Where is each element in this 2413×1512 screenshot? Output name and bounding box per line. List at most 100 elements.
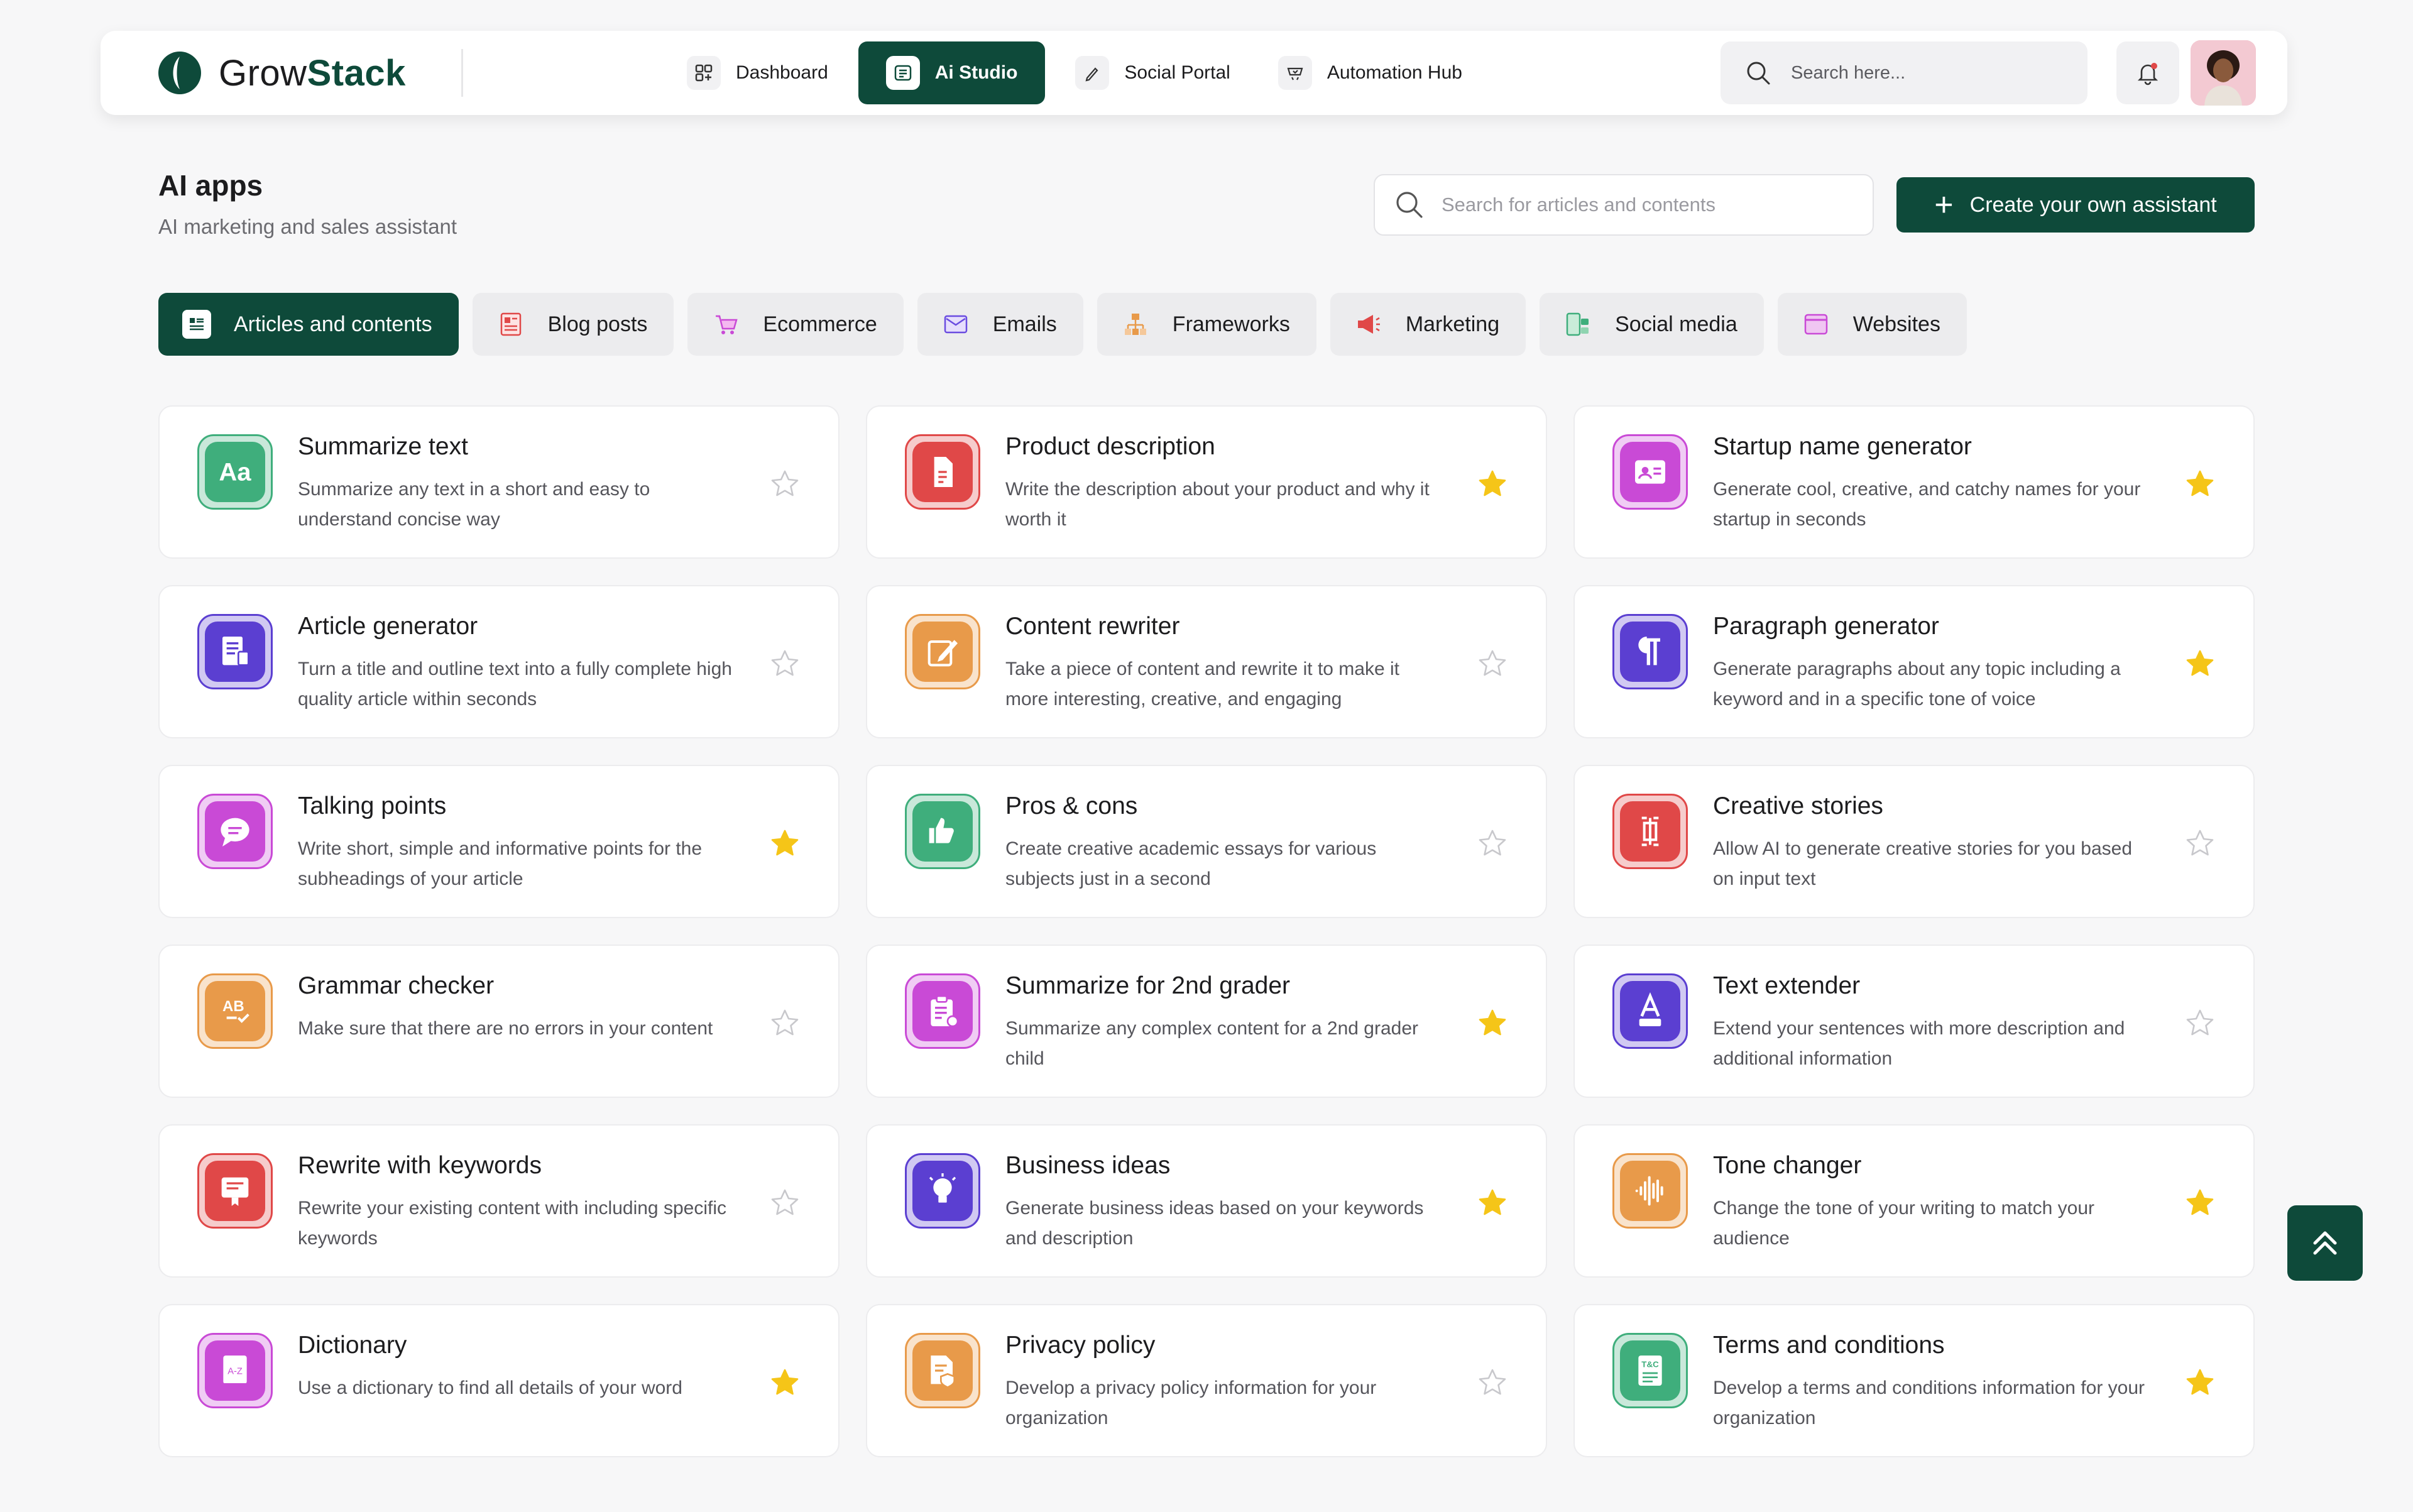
content-search-input[interactable]: Search for articles and contents [1374,174,1874,236]
app-description: Rewrite your existing content with inclu… [298,1198,726,1249]
plus-icon: + [1934,187,1954,223]
star-filled-icon[interactable] [2184,648,2216,679]
star-outline-icon[interactable] [769,1007,801,1039]
search-icon [1747,62,1770,85]
star-filled-icon[interactable] [2184,468,2216,500]
star-filled-icon[interactable] [769,828,801,859]
app-card[interactable]: T&C Terms and conditions Develop a terms a… [1573,1304,2255,1457]
app-description: Develop a terms and conditions informati… [1713,1378,2145,1428]
app-card[interactable]: Summarize for 2nd grader Summarize any co… [866,945,1547,1098]
tab-ecommerce[interactable]: Ecommerce [687,293,904,356]
global-search-input[interactable]: Search here... [1721,41,2087,104]
star-outline-icon[interactable] [769,468,801,500]
tab-social-media[interactable]: Social media [1540,293,1764,356]
app-card[interactable]: Paragraph generator Generate paragraphs a… [1573,585,2255,738]
star-filled-icon[interactable] [1477,1007,1508,1039]
app-description: Change the tone of your writing to match… [1713,1198,2095,1249]
app-grid: Aa Summarize text Summarize any text in a … [158,405,2255,1457]
app-card[interactable]: Business ideas Generate business ideas ba… [866,1124,1547,1278]
notifications-button[interactable] [2116,41,2179,104]
app-card[interactable]: Startup name generator Generate cool, cre… [1573,405,2255,559]
nav-label: Dashboard [736,62,828,83]
app-card[interactable]: Creative stories Allow AI to generate cre… [1573,765,2255,918]
app-card[interactable]: Product description Write the description… [866,405,1547,559]
app-title: Startup name generator [1713,433,1972,460]
star-outline-icon[interactable] [2184,1007,2216,1039]
website-icon [1802,310,1830,339]
app-card[interactable]: Pros & cons Create creative academic essa… [866,765,1547,918]
keyword-icon [197,1153,273,1229]
create-assistant-button[interactable]: + Create your own assistant [1896,177,2255,233]
star-outline-icon[interactable] [769,648,801,679]
pilcrow-icon [1612,614,1688,689]
app-card[interactable]: Rewrite with keywords Rewrite your existi… [158,1124,840,1278]
star-filled-icon[interactable] [1477,468,1508,500]
star-filled-icon[interactable] [2184,1367,2216,1398]
tab-articles-and-contents[interactable]: Articles and contents [158,293,459,356]
app-card[interactable]: Talking points Write short, simple and in… [158,765,840,918]
app-title: Article generator [298,613,478,640]
shield-doc-icon [905,1333,980,1408]
text-cursor-icon [1612,794,1688,869]
app-description: Allow AI to generate creative stories fo… [1713,838,2133,889]
star-filled-icon[interactable] [769,1367,801,1398]
scroll-to-top-button[interactable] [2287,1205,2363,1281]
app-description: Generate paragraphs about any topic incl… [1713,659,2121,709]
app-title: Summarize text [298,433,468,460]
tab-label: Blog posts [547,312,648,336]
app-title: Summarize for 2nd grader [1005,972,1291,999]
blog-icon [496,310,525,339]
app-card[interactable]: Article generator Turn a title and outlin… [158,585,840,738]
star-outline-icon[interactable] [1477,1367,1508,1398]
app-title: Talking points [298,792,447,819]
bell-icon [2137,63,2159,85]
user-avatar[interactable] [2191,40,2256,106]
app-card[interactable]: A-Z Dictionary Use a dictionary to find al… [158,1304,840,1457]
tab-marketing[interactable]: Marketing [1330,293,1526,356]
app-description: Take a piece of content and rewrite it t… [1005,659,1399,709]
app-description: Summarize any text in a short and easy t… [298,479,650,530]
app-title: Pros & cons [1005,792,1138,819]
pen-icon [1075,56,1110,90]
tab-blog-posts[interactable]: Blog posts [472,293,674,356]
app-card[interactable]: Tone changer Change the tone of your writ… [1573,1124,2255,1278]
tab-websites[interactable]: Websites [1777,293,1967,356]
app-title: Creative stories [1713,792,1883,819]
app-card[interactable]: Content rewriter Take a piece of content … [866,585,1547,738]
tab-emails[interactable]: Emails [917,293,1083,356]
app-card[interactable]: AB Grammar checker Make sure that there ar… [158,945,840,1098]
nav-automation-hub[interactable]: Automation Hub [1261,41,1480,104]
tab-frameworks[interactable]: Frameworks [1097,293,1316,356]
star-filled-icon[interactable] [2184,1187,2216,1219]
app-description: Develop a privacy policy information for… [1005,1378,1377,1428]
app-title: Rewrite with keywords [298,1152,542,1179]
star-outline-icon[interactable] [769,1187,801,1219]
social-icon [1563,310,1592,339]
app-description: Generate business ideas based on your ke… [1005,1198,1424,1249]
tab-label: Websites [1852,312,1940,336]
nav-dashboard[interactable]: Dashboard [669,41,846,104]
tab-label: Ecommerce [763,312,877,336]
star-outline-icon[interactable] [1477,648,1508,679]
app-description: Turn a title and outline text into a ful… [298,659,732,709]
search-placeholder: Search for articles and contents [1442,194,1715,216]
app-card[interactable]: Privacy policy Develop a privacy policy i… [866,1304,1547,1457]
waveform-icon [1612,1153,1688,1229]
app-card[interactable]: Text extender Extend your sentences with … [1573,945,2255,1098]
nav-label: Social Portal [1124,62,1230,83]
app-title: Dictionary [298,1332,407,1359]
app-description: Create creative academic essays for vari… [1005,838,1377,889]
app-title: Paragraph generator [1713,613,1939,640]
app-card[interactable]: Aa Summarize text Summarize any text in a … [158,405,840,559]
tab-label: Frameworks [1172,312,1290,336]
nav-social-portal[interactable]: Social Portal [1058,41,1247,104]
search-placeholder: Search here... [1791,62,1906,83]
page-subtitle: AI marketing and sales assistant [158,215,457,238]
nav-ai-studio[interactable]: Ai Studio [858,41,1046,104]
brand-logo[interactable]: GrowStack [157,49,406,97]
star-filled-icon[interactable] [1477,1187,1508,1219]
star-outline-icon[interactable] [1477,828,1508,859]
megaphone-icon [1354,310,1383,339]
star-outline-icon[interactable] [2184,828,2216,859]
logo-icon [158,52,201,94]
